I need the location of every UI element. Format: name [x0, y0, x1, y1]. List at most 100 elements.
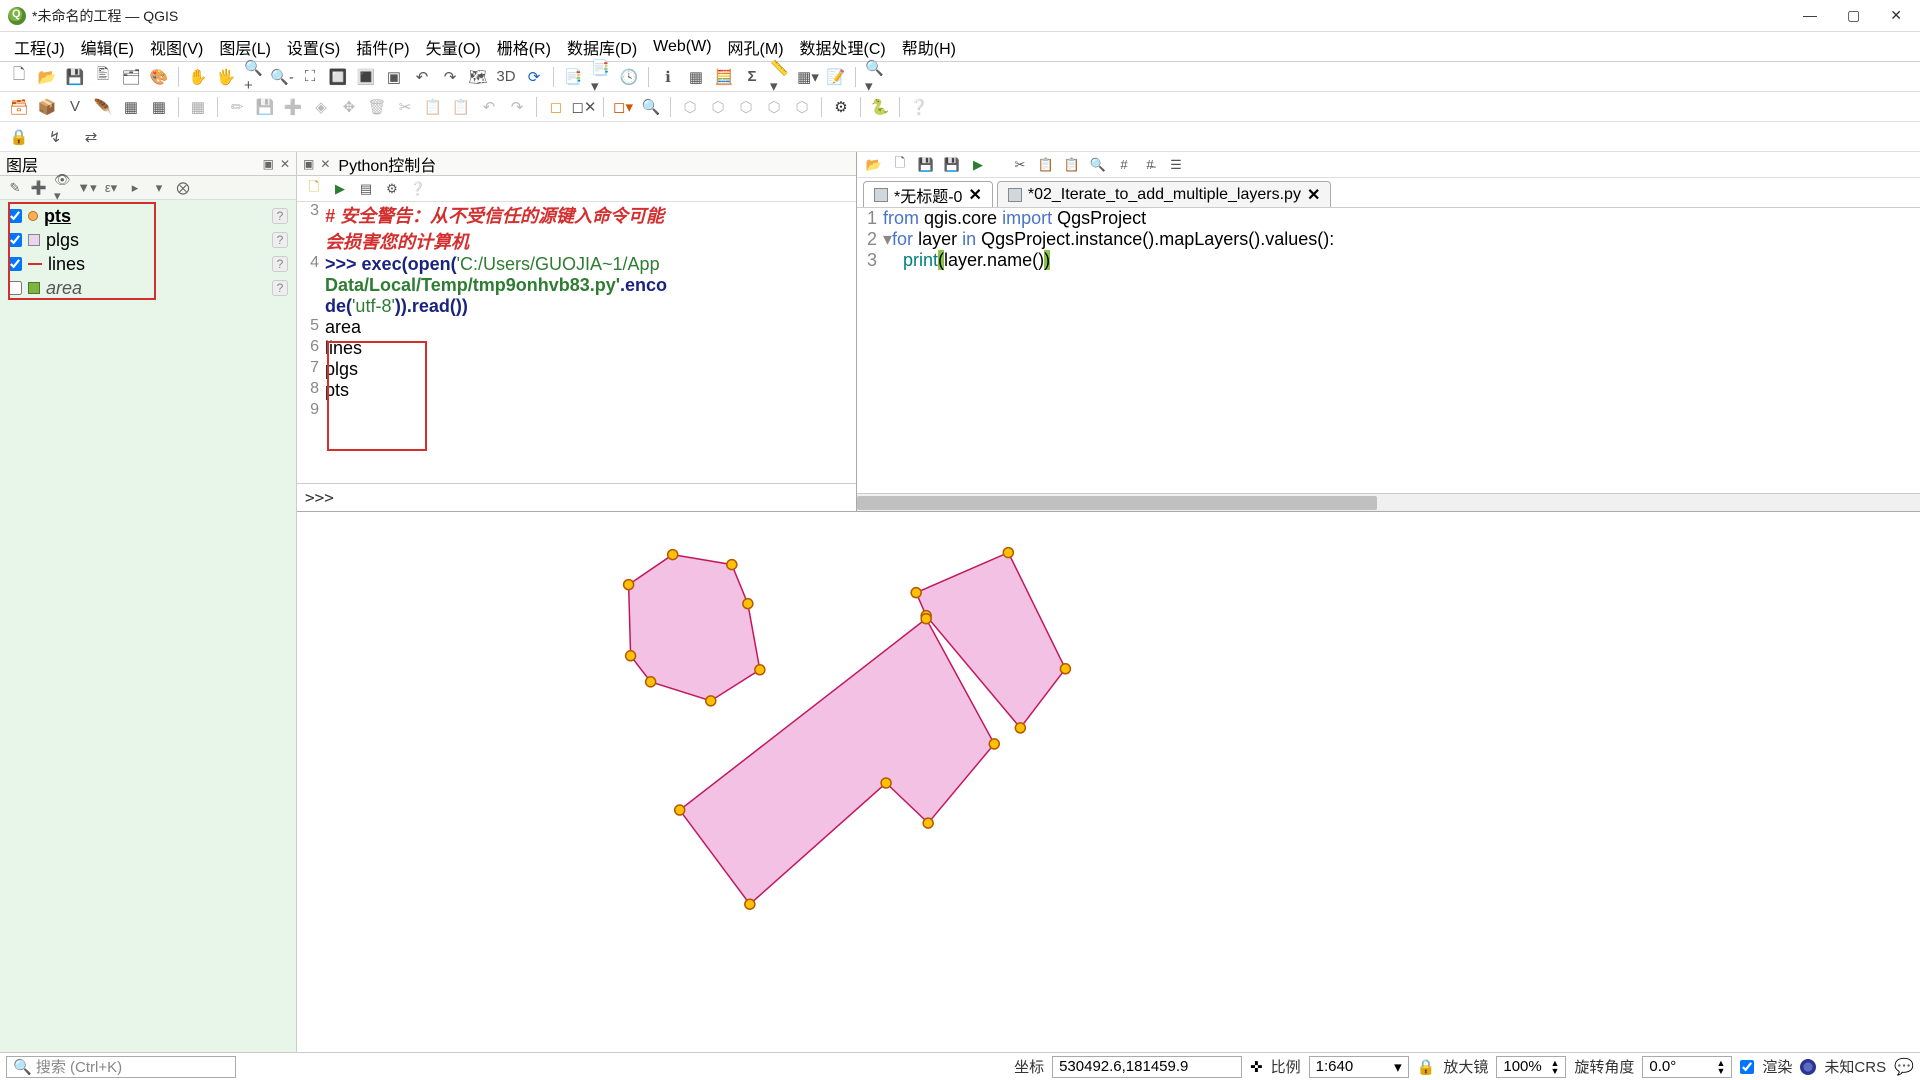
zoom-next-icon[interactable]: ↷ — [439, 66, 461, 88]
map-vertex-point[interactable] — [911, 588, 921, 598]
help-icon[interactable]: ❔ — [409, 180, 427, 198]
clear-console-icon[interactable]: 🗋 — [305, 180, 323, 198]
open-project-icon[interactable]: 📂 — [36, 66, 58, 88]
refresh-icon[interactable]: ⟳ — [523, 66, 545, 88]
tracing-icon[interactable]: ↯ — [44, 126, 66, 148]
run-command-icon[interactable]: ▶ — [331, 180, 349, 198]
map-vertex-point[interactable] — [989, 739, 999, 749]
layer-row-area[interactable]: area ? — [4, 276, 292, 300]
editor-horizontal-scrollbar[interactable] — [857, 493, 1920, 511]
python-console-icon[interactable]: 🐍 — [869, 96, 891, 118]
panel-close-icon[interactable]: ✕ — [280, 157, 290, 171]
menu-database[interactable]: 数据库(D) — [561, 33, 643, 61]
add-feature-icon[interactable]: ➕ — [282, 96, 304, 118]
manage-views-icon[interactable]: 👁▾ — [54, 179, 72, 197]
copy-features-icon[interactable]: 📋 — [422, 96, 444, 118]
layer-checkbox[interactable] — [8, 233, 22, 247]
editor-tab-untitled[interactable]: *无标题-0 ✕ — [863, 181, 993, 207]
new-3d-view-icon[interactable]: 3D — [495, 66, 517, 88]
cut-features-icon[interactable]: ✂ — [394, 96, 416, 118]
object-inspector-icon[interactable]: ☰ — [1167, 156, 1185, 174]
menu-edit[interactable]: 编辑(E) — [75, 33, 140, 61]
expression-filter-icon[interactable]: ε▾ — [102, 179, 120, 197]
menu-view[interactable]: 视图(V) — [144, 33, 209, 61]
options-icon[interactable]: ⚙ — [383, 180, 401, 198]
run-script-icon[interactable]: ▶ — [969, 156, 987, 174]
no-selection-icon[interactable]: ◻ — [545, 96, 567, 118]
zoom-out-icon[interactable]: 🔍- — [271, 66, 293, 88]
menu-vector[interactable]: 矢量(O) — [420, 33, 487, 61]
style-manager-icon[interactable]: 🎨 — [148, 66, 170, 88]
remove-layer-icon[interactable]: ⨂ — [174, 179, 192, 197]
data-source-manager-icon[interactable]: 🗃 — [8, 96, 30, 118]
map-vertex-point[interactable] — [668, 550, 678, 560]
minimize-icon[interactable]: — — [1803, 7, 1817, 24]
zoom-native-icon[interactable]: ⛶ — [299, 66, 321, 88]
render-checkbox[interactable] — [1740, 1060, 1754, 1074]
zoom-selection-icon[interactable]: 🔳 — [355, 66, 377, 88]
save-edits-icon[interactable]: 💾 — [254, 96, 276, 118]
scale-lock-icon[interactable]: 🔒 — [1417, 1058, 1436, 1076]
new-geopackage-icon[interactable]: 📦 — [36, 96, 58, 118]
magnifier-field[interactable]: 100%▲▼ — [1496, 1056, 1566, 1078]
open-script-icon[interactable]: 📂 — [865, 156, 883, 174]
expand-all-icon[interactable]: ▸ — [126, 179, 144, 197]
editor-body[interactable]: 1from qgis.core import QgsProject 2▾for … — [857, 208, 1920, 493]
zoom-full-icon[interactable]: 🔲 — [327, 66, 349, 88]
map-vertex-point[interactable] — [646, 677, 656, 687]
map-vertex-point[interactable] — [727, 560, 737, 570]
tab-close-icon[interactable]: ✕ — [1307, 185, 1320, 205]
messages-icon[interactable]: 💬 — [1894, 1057, 1914, 1077]
panel-float-icon[interactable]: ▣ — [263, 157, 274, 171]
map-vertex-point[interactable] — [755, 665, 765, 675]
collapse-all-icon[interactable]: ▾ — [150, 179, 168, 197]
measure-icon[interactable]: 📏▾ — [769, 66, 791, 88]
select-features-icon[interactable]: ◻▾ — [612, 96, 634, 118]
new-shapefile-icon[interactable]: V — [64, 96, 86, 118]
new-tab-icon[interactable]: 🗋 — [891, 156, 909, 174]
map-vertex-point[interactable] — [1003, 548, 1013, 558]
menu-raster[interactable]: 栅格(R) — [491, 33, 557, 61]
menu-layer[interactable]: 图层(L) — [213, 33, 277, 61]
layout-manager-icon[interactable]: 🗂 — [120, 66, 142, 88]
menu-web[interactable]: Web(W) — [647, 36, 717, 58]
uncomment-icon[interactable]: #̵ — [1141, 156, 1159, 174]
menu-processing[interactable]: 数据处理(C) — [794, 33, 892, 61]
missing-crs-icon[interactable]: ? — [272, 208, 288, 224]
show-bookmarks-icon[interactable]: 📑▾ — [590, 66, 612, 88]
show-editor-icon[interactable]: ▤ — [357, 180, 375, 198]
scale-field[interactable]: 1:640▾ — [1309, 1056, 1409, 1078]
menu-project[interactable]: 工程(J) — [8, 33, 71, 61]
save-as-icon[interactable]: 💾 — [943, 156, 961, 174]
map-vertex-point[interactable] — [1015, 723, 1025, 733]
layer-row-lines[interactable]: lines ? — [4, 252, 292, 276]
missing-crs-icon[interactable]: ? — [272, 256, 288, 272]
console-float-icon[interactable]: ▣ — [303, 157, 314, 171]
map-vertex-point[interactable] — [743, 599, 753, 609]
new-virtual-icon[interactable]: ▦ — [120, 96, 142, 118]
topological-icon[interactable]: ⇄ — [80, 126, 102, 148]
missing-crs-icon[interactable]: ? — [272, 232, 288, 248]
layer-checkbox[interactable] — [8, 257, 22, 271]
temporal-icon[interactable]: 🕓 — [618, 66, 640, 88]
layer-row-pts[interactable]: pts ? — [4, 204, 292, 228]
vertex-tool-icon[interactable]: ◈ — [310, 96, 332, 118]
undo-icon[interactable]: ↶ — [478, 96, 500, 118]
paste-icon[interactable]: 📋 — [1063, 156, 1081, 174]
field-calculator-icon[interactable]: 🧮 — [713, 66, 735, 88]
coordinate-field[interactable]: 530492.6,181459.9 — [1052, 1056, 1242, 1078]
map-tips-icon[interactable]: ▦▾ — [797, 66, 819, 88]
new-spatialite-icon[interactable]: 🪶 — [92, 96, 114, 118]
plugin-processing-icon[interactable]: ⚙ — [830, 96, 852, 118]
identify-icon[interactable]: ℹ — [657, 66, 679, 88]
adv-digitize-5-icon[interactable]: ⬡ — [791, 96, 813, 118]
pan-selection-icon[interactable]: 🖐 — [215, 66, 237, 88]
layer-checkbox[interactable] — [8, 209, 22, 223]
open-attr-table-icon[interactable]: ▦ — [685, 66, 707, 88]
map-vertex-point[interactable] — [881, 778, 891, 788]
new-map-view-icon[interactable]: 🗺 — [467, 66, 489, 88]
rotation-field[interactable]: 0.0°▲▼ — [1642, 1056, 1732, 1078]
select-by-value-icon[interactable]: 🔍 — [640, 96, 662, 118]
save-script-icon[interactable]: 💾 — [917, 156, 935, 174]
select-icon[interactable]: 🔍▾ — [864, 66, 886, 88]
